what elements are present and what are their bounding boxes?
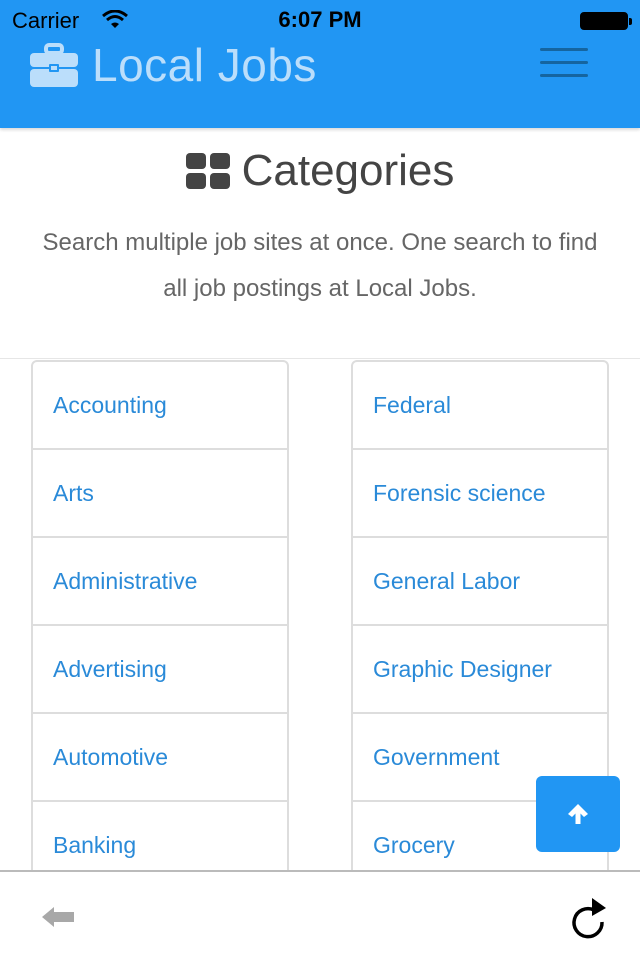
briefcase-icon — [30, 43, 78, 87]
intro-text: Search multiple job sites at once. One s… — [42, 229, 598, 302]
back-button[interactable] — [40, 902, 76, 932]
grid-icon — [185, 153, 230, 189]
category-item[interactable]: Accounting — [33, 362, 287, 450]
category-item[interactable]: Advertising — [33, 626, 287, 714]
back-arrow-icon — [42, 907, 74, 927]
clock: 6:07 PM — [278, 7, 362, 32]
hamburger-menu-icon — [540, 48, 588, 77]
category-item[interactable]: General Labor — [353, 538, 607, 626]
battery-icon — [580, 12, 632, 30]
app-title: Local Jobs — [92, 39, 317, 91]
reload-button[interactable] — [566, 894, 612, 942]
divider — [0, 358, 640, 359]
reload-icon — [572, 898, 606, 939]
page-title: Categories — [241, 146, 455, 195]
category-item[interactable]: Administrative — [33, 538, 287, 626]
app-header: Carrier 6:07 PM Local Jobs — [0, 0, 640, 128]
category-item[interactable]: Graphic Designer — [353, 626, 607, 714]
category-item[interactable]: Arts — [33, 450, 287, 538]
hamburger-menu-button[interactable] — [540, 48, 588, 82]
category-list-left: Accounting Arts Administrative Advertisi… — [31, 360, 289, 892]
brand[interactable]: Local Jobs — [30, 38, 317, 92]
categories-heading: Categories — [0, 146, 640, 196]
arrow-up-icon — [568, 804, 588, 824]
scroll-to-top-button[interactable] — [536, 776, 620, 852]
browser-toolbar — [0, 870, 640, 960]
category-item[interactable]: Federal — [353, 362, 607, 450]
status-bar: Carrier 6:07 PM — [0, 0, 640, 40]
category-item[interactable]: Forensic science — [353, 450, 607, 538]
category-item[interactable]: Automotive — [33, 714, 287, 802]
